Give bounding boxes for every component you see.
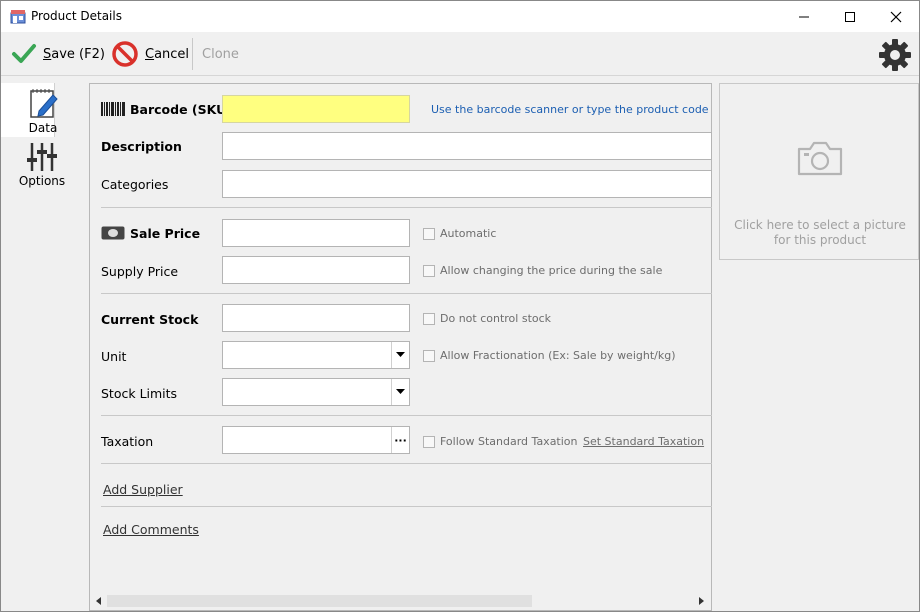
scrollbar-thumb[interactable] [107, 595, 532, 607]
nav-item-data[interactable]: Data [1, 83, 58, 137]
stock-limits-label: Stock Limits [101, 386, 178, 401]
set-standard-taxation-link[interactable]: Set Standard Taxation [583, 435, 704, 448]
current-stock-label: Current Stock [101, 312, 199, 327]
chevron-down-icon [396, 389, 405, 394]
allow-change-price-checkbox[interactable]: Allow changing the price during the sale [423, 264, 662, 277]
gear-icon[interactable] [877, 37, 913, 73]
maximize-button[interactable] [827, 1, 873, 32]
picture-prompt: Click here to select a picture for this … [734, 218, 906, 247]
chevron-down-icon [396, 352, 405, 357]
taxation-browse-button[interactable]: ··· [391, 427, 409, 453]
close-icon [890, 11, 902, 22]
categories-label: Categories [101, 177, 169, 192]
sale-price-label: Sale Price [130, 226, 201, 241]
barcode-icon [101, 102, 125, 116]
section-divider [101, 506, 712, 507]
save-label: Save (F2) [43, 46, 105, 62]
description-input[interactable] [222, 132, 712, 160]
checkbox-box [423, 264, 435, 277]
current-stock-input[interactable] [222, 304, 410, 332]
app-store-icon [10, 10, 26, 24]
product-form: Barcode (SKU) Use the barcode scanner or… [89, 83, 712, 611]
close-button[interactable] [873, 1, 919, 32]
cancel-label: Cancel [145, 46, 190, 62]
nav-item-options[interactable]: Options [1, 139, 83, 195]
section-divider [101, 415, 712, 416]
product-picture-panel[interactable]: Click here to select a picture for this … [719, 83, 919, 260]
toolbar: Save (F2) Cancel Clone [1, 32, 919, 76]
categories-input[interactable] [222, 170, 712, 198]
chevron-left-icon [96, 597, 101, 605]
checkbox-box [423, 435, 435, 448]
automatic-label: Automatic [440, 227, 497, 240]
barcode-hint: Use the barcode scanner or type the prod… [431, 103, 709, 116]
allow-fractionation-label: Allow Fractionation (Ex: Sale by weight/… [440, 349, 676, 362]
minimize-icon [799, 16, 809, 17]
nav-options-label: Options [18, 174, 66, 188]
minimize-button[interactable] [781, 1, 827, 32]
checkbox-box [423, 349, 435, 362]
no-control-stock-label: Do not control stock [440, 312, 552, 325]
nav-data-label: Data [28, 121, 58, 135]
section-divider [101, 207, 712, 208]
taxation-input[interactable]: ··· [222, 426, 410, 454]
follow-standard-taxation-label: Follow Standard Taxation [440, 435, 578, 448]
stock-limits-select[interactable] [222, 378, 410, 406]
chevron-right-icon [699, 597, 704, 605]
description-label: Description [101, 139, 182, 154]
notepad-pencil-icon [30, 89, 58, 118]
unit-dropdown-button[interactable] [391, 342, 409, 368]
sale-price-input[interactable] [222, 219, 410, 247]
unit-select[interactable] [222, 341, 410, 369]
product-details-window: Product Details Save (F2) Cancel Clone D… [0, 0, 920, 612]
scroll-left-button[interactable] [93, 595, 105, 607]
no-control-stock-checkbox[interactable]: Do not control stock [423, 312, 551, 325]
clone-label: Clone [202, 46, 239, 62]
taxation-label: Taxation [101, 434, 154, 449]
banknote-icon [101, 226, 125, 240]
allow-change-price-label: Allow changing the price during the sale [440, 264, 663, 277]
follow-standard-taxation-checkbox[interactable]: Follow Standard Taxation [423, 435, 578, 448]
title-bar: Product Details [1, 1, 919, 32]
section-divider [101, 463, 712, 464]
camera-icon [797, 141, 843, 176]
automatic-checkbox[interactable]: Automatic [423, 227, 496, 240]
checkmark-icon [12, 44, 36, 63]
window-title: Product Details [31, 9, 122, 23]
stock-limits-dropdown-button[interactable] [391, 379, 409, 405]
maximize-icon [845, 11, 855, 22]
clone-button[interactable]: Clone [202, 32, 239, 76]
allow-fractionation-checkbox[interactable]: Allow Fractionation (Ex: Sale by weight/… [423, 349, 676, 362]
supply-price-input[interactable] [222, 256, 410, 284]
cancel-button[interactable]: Cancel [111, 32, 189, 76]
barcode-label: Barcode (SKU) [130, 102, 232, 117]
toolbar-separator [192, 38, 193, 70]
section-divider [101, 293, 712, 294]
scroll-right-button[interactable] [696, 595, 708, 607]
sliders-icon [27, 143, 57, 171]
unit-label: Unit [101, 349, 127, 364]
checkbox-box [423, 227, 435, 240]
barcode-input[interactable] [222, 95, 410, 123]
left-nav: Data Options [1, 77, 83, 611]
add-comments-link[interactable]: Add Comments [103, 522, 199, 537]
add-supplier-link[interactable]: Add Supplier [103, 482, 183, 497]
checkbox-box [423, 312, 435, 325]
supply-price-label: Supply Price [101, 264, 179, 279]
no-entry-icon [112, 41, 138, 67]
horizontal-scrollbar[interactable] [91, 593, 710, 609]
save-button[interactable]: Save (F2) [11, 32, 105, 76]
